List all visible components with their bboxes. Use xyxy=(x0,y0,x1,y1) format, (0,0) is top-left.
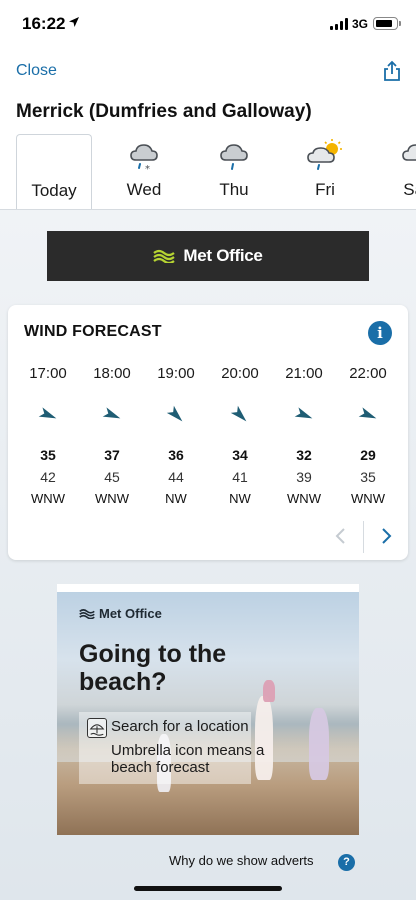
wind-gust: 35 xyxy=(360,469,376,485)
wind-gust: 44 xyxy=(168,469,184,485)
ad-line-umbrella: Umbrella icon means a beach forecast xyxy=(111,742,265,776)
wind-gust: 41 xyxy=(232,469,248,485)
why-adverts-link[interactable]: Why do we show adverts xyxy=(169,853,314,868)
ad-headline: Going to the beach? xyxy=(79,640,227,696)
cloud-icon xyxy=(402,144,416,161)
network-type: 3G xyxy=(352,17,369,31)
ad-logo: Met Office xyxy=(79,606,162,621)
close-button[interactable]: Close xyxy=(16,62,57,80)
wind-time: 20:00 xyxy=(221,365,259,382)
wind-forecast-card: WIND FORECAST i 17:00 35 42 WNW 18:00 37… xyxy=(8,305,408,560)
wind-speed: 36 xyxy=(168,447,184,463)
wind-direction-arrow-icon xyxy=(102,407,121,419)
wind-gust: 45 xyxy=(104,469,120,485)
wind-hour: 19:00 36 44 NW xyxy=(144,365,208,506)
signal-icon xyxy=(330,18,348,30)
wind-hour: 21:00 32 39 WNW xyxy=(272,365,336,506)
ad-top-strip xyxy=(57,584,359,592)
tab-thu[interactable]: Thu xyxy=(196,134,272,209)
tab-label: Thu xyxy=(219,180,249,199)
wind-direction-arrow-icon xyxy=(38,407,57,419)
met-office-logo-icon xyxy=(153,249,176,263)
wind-time: 19:00 xyxy=(157,365,195,382)
rain-cloud-icon xyxy=(220,144,248,170)
wind-hour: 22:00 29 35 WNW xyxy=(336,365,400,506)
status-time: 16:22 xyxy=(22,14,66,33)
wind-gust: 39 xyxy=(296,469,312,485)
tab-fri[interactable]: Fri xyxy=(287,134,363,209)
chevron-right-icon[interactable] xyxy=(378,527,394,545)
met-office-banner[interactable]: Met Office xyxy=(47,231,369,281)
ad-logo-text: Met Office xyxy=(99,606,162,621)
banner-label: Met Office xyxy=(183,246,263,265)
location-title: Merrick (Dumfries and Galloway) xyxy=(16,101,312,122)
wind-title: WIND FORECAST xyxy=(24,323,162,340)
sun-cloud-rain-icon xyxy=(307,139,342,170)
wind-direction: WNW xyxy=(351,491,385,506)
wind-direction-arrow-icon xyxy=(166,405,183,422)
help-icon[interactable]: ? xyxy=(338,854,355,871)
wind-time: 21:00 xyxy=(285,365,323,382)
tab-today[interactable]: Today xyxy=(16,134,92,209)
wind-direction: NW xyxy=(165,491,187,506)
ad-figure-adult xyxy=(309,708,329,780)
tab-sat[interactable]: Sat xyxy=(378,134,416,209)
svg-text:*: * xyxy=(145,164,150,174)
tab-label: Fri xyxy=(315,180,335,199)
tab-wed[interactable]: * Wed xyxy=(106,134,182,209)
share-icon[interactable] xyxy=(382,60,402,82)
wind-hour: 20:00 34 41 NW xyxy=(208,365,272,506)
wind-hour: 17:00 35 42 WNW xyxy=(16,365,80,506)
beach-advert[interactable]: Met Office Going to the beach? Search fo… xyxy=(57,584,359,835)
wind-speed: 37 xyxy=(104,447,120,463)
wind-speed: 32 xyxy=(296,447,312,463)
wind-direction-arrow-icon xyxy=(358,407,377,419)
wind-direction-arrow-icon xyxy=(230,405,247,422)
tab-label: Today xyxy=(31,181,77,200)
wind-direction: NW xyxy=(229,491,251,506)
wind-direction-arrow-icon xyxy=(294,407,313,419)
home-indicator xyxy=(134,886,282,891)
day-tabs: Today * Wed Thu Fri Sat xyxy=(0,134,416,210)
wind-time: 22:00 xyxy=(349,365,387,382)
wind-speed: 35 xyxy=(40,447,56,463)
umbrella-icon xyxy=(87,718,107,738)
met-office-logo-icon xyxy=(79,609,95,619)
wind-direction: WNW xyxy=(287,491,321,506)
wind-direction: WNW xyxy=(95,491,129,506)
tab-label: Sat xyxy=(403,180,416,199)
ad-line-search: Search for a location xyxy=(111,718,249,735)
chevron-left-icon[interactable] xyxy=(333,527,349,545)
battery-icon xyxy=(373,17,401,30)
status-bar: 16:22 3G xyxy=(0,0,416,50)
location-arrow-icon xyxy=(69,17,79,27)
wind-speed: 29 xyxy=(360,447,376,463)
wind-speed: 34 xyxy=(232,447,248,463)
sleet-cloud-icon: * xyxy=(130,144,158,174)
info-icon[interactable]: i xyxy=(368,321,392,345)
tab-label: Wed xyxy=(126,180,162,199)
wind-direction: WNW xyxy=(31,491,65,506)
pager-divider xyxy=(363,521,364,553)
wind-gust: 42 xyxy=(40,469,56,485)
wind-time: 17:00 xyxy=(29,365,67,382)
wind-time: 18:00 xyxy=(93,365,131,382)
ad-info-box: Search for a location Umbrella icon mean… xyxy=(79,712,264,784)
wind-hour: 18:00 37 45 WNW xyxy=(80,365,144,506)
